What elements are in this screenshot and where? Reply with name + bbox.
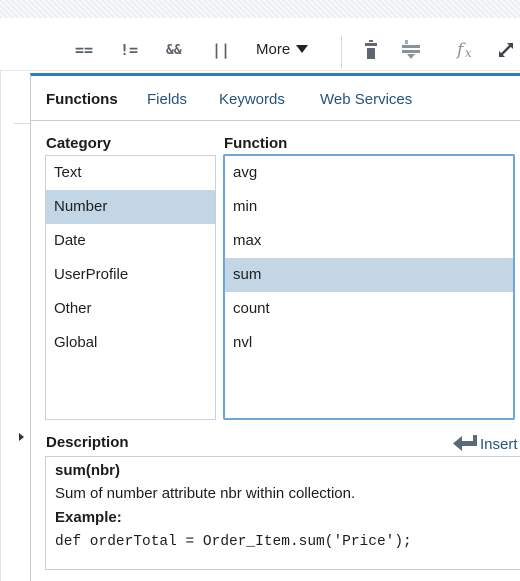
tab-fields[interactable]: Fields — [147, 91, 187, 109]
example-label: Example: — [55, 509, 122, 526]
category-item-date[interactable]: Date — [46, 224, 215, 258]
tab-bar-rule — [31, 120, 520, 121]
function-fx-icon[interactable]: f x — [455, 39, 480, 65]
tab-web-services[interactable]: Web Services — [320, 91, 412, 109]
gutter-divider — [14, 123, 30, 124]
function-signature: sum(nbr) — [55, 462, 120, 479]
insert-label: Insert — [480, 436, 518, 453]
expand-icon[interactable] — [496, 40, 516, 64]
insert-arrow-icon — [453, 435, 477, 451]
tab-keywords[interactable]: Keywords — [219, 91, 285, 109]
tab-functions[interactable]: Functions — [46, 91, 118, 109]
not-equals-operator-button[interactable]: != — [120, 43, 138, 58]
category-item-other[interactable]: Other — [46, 292, 215, 326]
filter-icon[interactable] — [400, 38, 422, 64]
function-item-min[interactable]: min — [225, 190, 513, 224]
function-heading: Function — [224, 135, 288, 152]
top-strip — [0, 0, 520, 18]
collapse-arrow-icon[interactable] — [19, 433, 24, 441]
trash-icon[interactable] — [364, 38, 378, 64]
category-item-text[interactable]: Text — [46, 156, 215, 190]
function-item-count[interactable]: count — [225, 292, 513, 326]
more-menu-button[interactable]: More — [256, 41, 309, 58]
function-summary: Sum of number attribute nbr within colle… — [55, 485, 356, 502]
function-item-nvl[interactable]: nvl — [225, 326, 513, 360]
example-code: def orderTotal = Order_Item.sum('Price')… — [55, 534, 412, 550]
more-menu-label: More — [256, 41, 291, 58]
category-item-userprofile[interactable]: UserProfile — [46, 258, 215, 292]
description-box: sum(nbr) Sum of number attribute nbr wit… — [45, 456, 520, 570]
svg-text:x: x — [465, 46, 472, 60]
category-item-global[interactable]: Global — [46, 326, 215, 360]
left-edge — [0, 70, 1, 581]
description-heading: Description — [46, 434, 129, 451]
toolbar-separator — [341, 36, 342, 68]
function-list[interactable]: avg min max sum count nvl — [223, 154, 515, 420]
function-item-max[interactable]: max — [225, 224, 513, 258]
function-item-sum[interactable]: sum — [225, 258, 513, 292]
or-operator-button[interactable]: || — [212, 43, 230, 58]
equals-operator-button[interactable]: == — [75, 43, 93, 58]
category-item-number[interactable]: Number — [46, 190, 215, 224]
category-heading: Category — [46, 135, 112, 152]
and-operator-button[interactable]: && — [166, 44, 182, 57]
category-list[interactable]: Text Number Date UserProfile Other Globa… — [45, 155, 216, 420]
caret-down-icon — [296, 45, 309, 53]
expression-toolbar: == != && || More f x — [0, 18, 520, 70]
function-item-avg[interactable]: avg — [225, 156, 513, 190]
toolbar-bottom-rule — [0, 70, 520, 71]
